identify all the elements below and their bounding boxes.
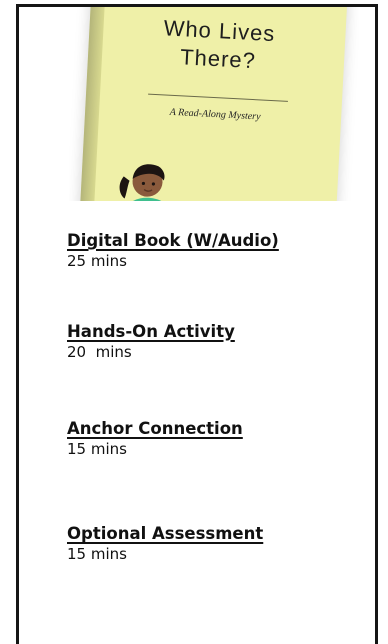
book-title: Who Lives There? bbox=[163, 15, 276, 74]
book-cover-image[interactable]: Who Lives There? A Read-Along Mystery bbox=[69, 7, 359, 201]
activity-title-link[interactable]: Digital Book (W/Audio) bbox=[67, 231, 367, 251]
activity-title-link[interactable]: Anchor Connection bbox=[67, 419, 367, 439]
activity-item: Digital Book (W/Audio) 25 mins bbox=[67, 231, 367, 271]
book-title-divider bbox=[148, 93, 288, 102]
activity-item: Hands-On Activity 20 mins bbox=[67, 322, 367, 362]
activity-duration: 20 mins bbox=[67, 343, 132, 361]
activity-duration: 15 mins bbox=[67, 545, 127, 563]
activity-item: Optional Assessment 15 mins bbox=[67, 524, 367, 564]
book-spine bbox=[78, 7, 106, 201]
activity-title-link[interactable]: Hands-On Activity bbox=[67, 322, 367, 342]
book-cover: Who Lives There? A Read-Along Mystery bbox=[78, 7, 348, 201]
activity-item: Anchor Connection 15 mins bbox=[67, 419, 367, 459]
book-subtitle: A Read-Along Mystery bbox=[169, 106, 261, 123]
lesson-card: Who Lives There? A Read-Along Mystery Di… bbox=[16, 4, 378, 644]
activity-title-link[interactable]: Optional Assessment bbox=[67, 524, 367, 544]
activity-duration: 15 mins bbox=[67, 440, 127, 458]
girl-illustration bbox=[119, 164, 170, 201]
activity-duration: 25 mins bbox=[67, 252, 127, 270]
